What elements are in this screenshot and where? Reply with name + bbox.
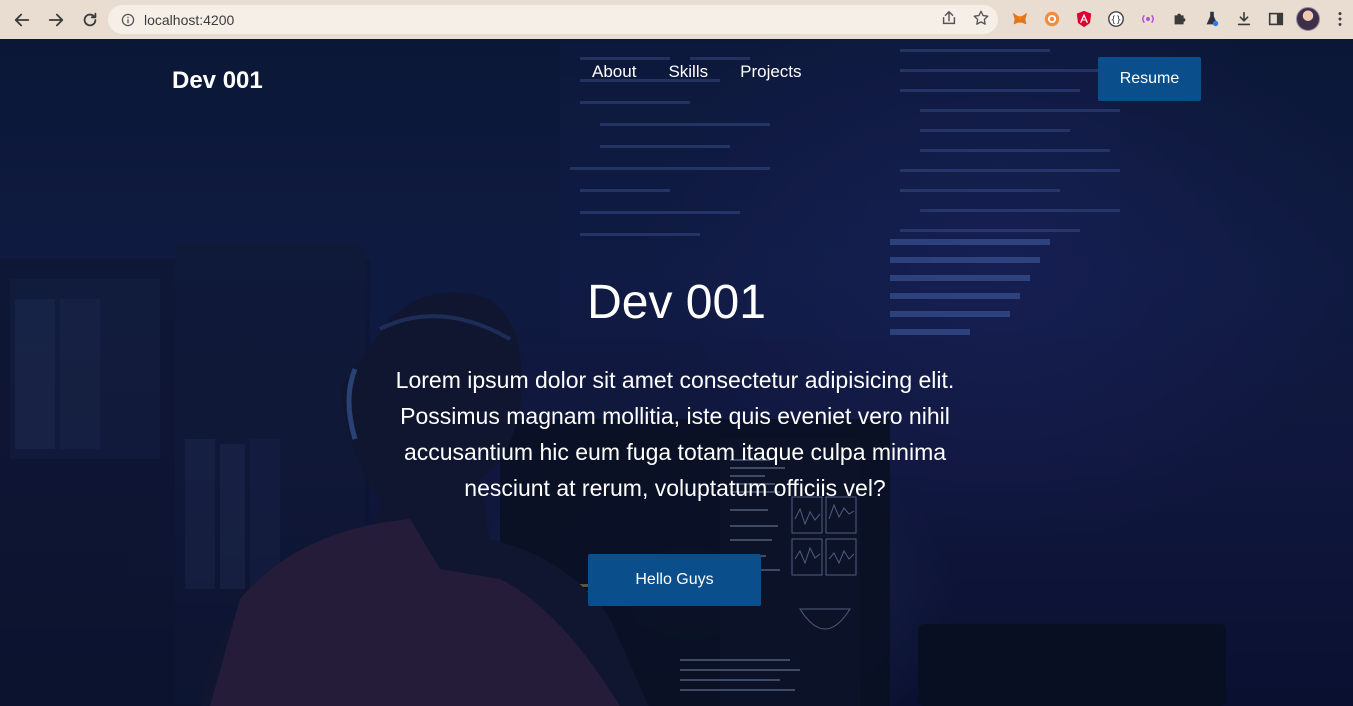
hero-title: Dev 001 <box>587 276 766 329</box>
forward-button[interactable] <box>40 4 72 36</box>
address-bar[interactable]: localhost:4200 <box>108 5 998 34</box>
brand-logo[interactable]: Dev 001 <box>172 67 263 95</box>
star-icon[interactable] <box>972 9 990 27</box>
resume-button[interactable]: Resume <box>1098 57 1201 101</box>
nav-link-projects[interactable]: Projects <box>740 62 801 82</box>
download-icon[interactable] <box>1232 7 1256 31</box>
reload-button[interactable] <box>74 4 106 36</box>
info-icon[interactable] <box>120 12 136 28</box>
hero-description: Lorem ipsum dolor sit amet consectetur a… <box>395 367 955 501</box>
extension-orange-icon[interactable] <box>1040 7 1064 31</box>
browser-toolbar: localhost:4200 {} <box>0 0 1353 39</box>
hero-section: Dev 001 About Skills Projects Resume Dev… <box>0 39 1353 706</box>
menu-icon[interactable] <box>1328 7 1352 31</box>
nav-link-skills[interactable]: Skills <box>668 62 708 82</box>
sidepanel-icon[interactable] <box>1264 7 1288 31</box>
avatar[interactable] <box>1296 7 1320 31</box>
puzzle-icon[interactable] <box>1168 7 1192 31</box>
navbar: Dev 001 About Skills Projects Resume <box>0 39 1353 119</box>
metamask-icon[interactable] <box>1008 7 1032 31</box>
arrow-right-icon <box>48 13 64 26</box>
hello-guys-button[interactable]: Hello Guys <box>588 554 761 606</box>
url-text[interactable]: localhost:4200 <box>144 12 234 28</box>
reload-icon <box>83 12 97 26</box>
nav-links: About Skills Projects <box>592 62 834 82</box>
arrow-left-icon <box>14 13 30 26</box>
extension-bracket-icon[interactable]: {} <box>1104 7 1128 31</box>
extensions-bar: {} <box>1008 7 1352 31</box>
svg-text:{}: {} <box>1111 16 1122 26</box>
share-icon[interactable] <box>940 9 958 27</box>
flask-icon[interactable] <box>1200 7 1224 31</box>
angular-icon[interactable] <box>1072 7 1096 31</box>
nav-link-about[interactable]: About <box>592 62 636 82</box>
back-button[interactable] <box>6 4 38 36</box>
extension-broadcast-icon[interactable] <box>1136 7 1160 31</box>
